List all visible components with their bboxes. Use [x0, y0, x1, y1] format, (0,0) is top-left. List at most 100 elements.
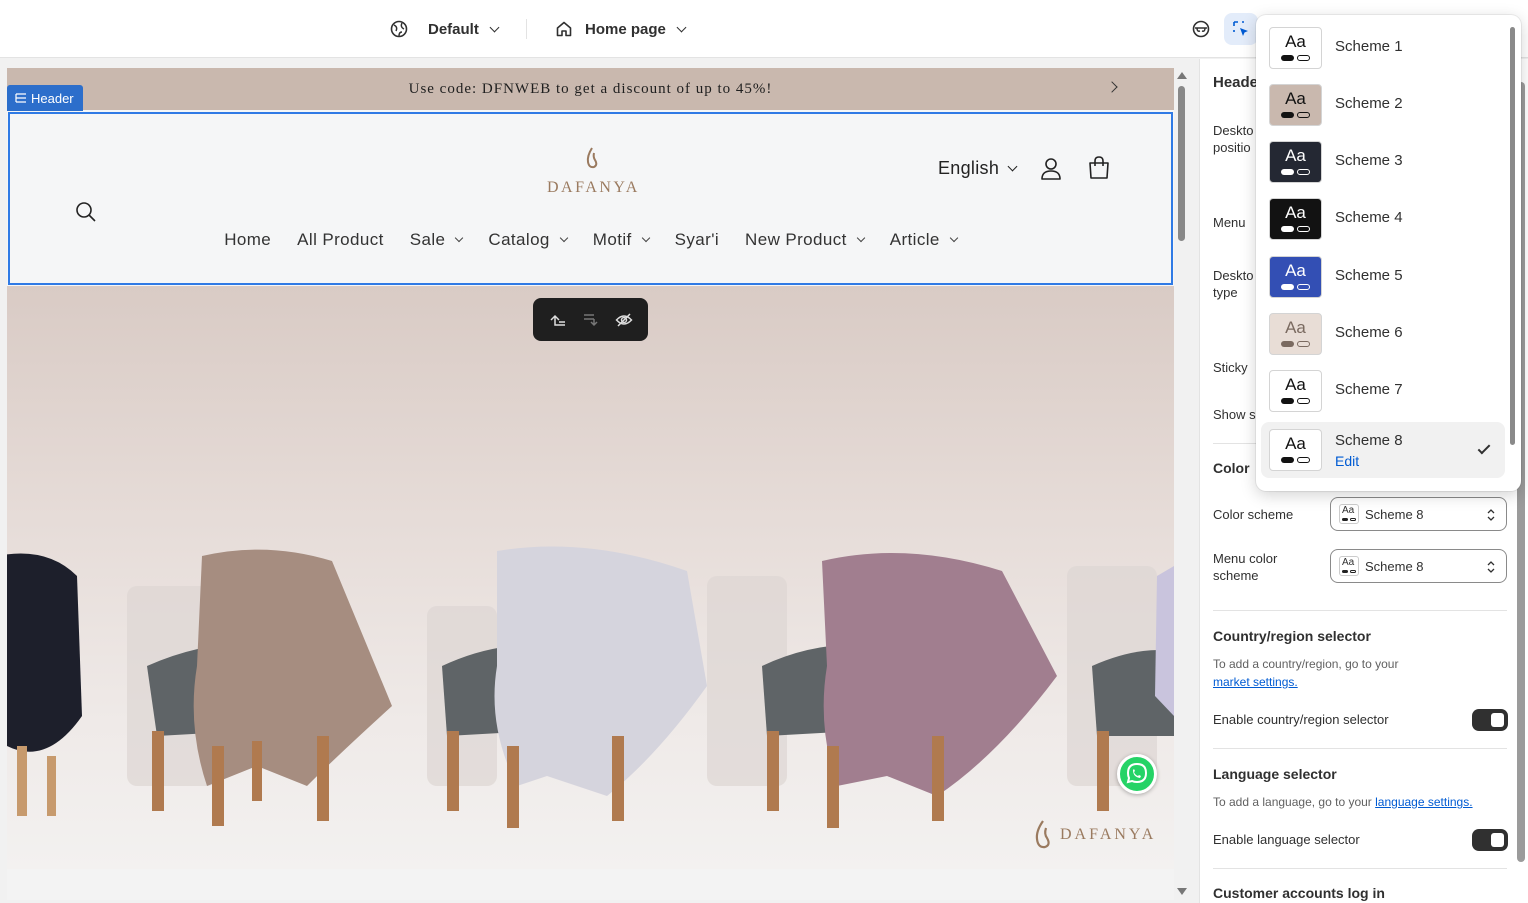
scheme-swatch-icon: Aa	[1269, 313, 1322, 355]
scroll-down-arrow[interactable]	[1177, 888, 1187, 895]
move-down-icon[interactable]	[582, 312, 600, 328]
scheme-option-label: Scheme 6	[1335, 324, 1403, 341]
swatch-button-solid	[1281, 457, 1294, 463]
country-selector-toggle[interactable]	[1472, 709, 1508, 731]
whatsapp-button[interactable]	[1117, 754, 1157, 794]
select-element-button[interactable]	[1224, 13, 1258, 45]
swatch-sample-text: Aa	[1285, 203, 1306, 222]
swatch-button-solid	[1281, 55, 1294, 61]
announcement-bar: Use code: DFNWEB to get a discount of up…	[7, 68, 1174, 110]
topbar-divider	[526, 19, 527, 39]
swatch-button-outline	[1297, 284, 1310, 290]
swatch-sample-text: Aa	[1285, 375, 1306, 394]
scheme-swatch-icon: Aa	[1269, 429, 1322, 471]
scheme-option[interactable]: Aa Scheme 6	[1261, 307, 1505, 361]
scheme-option[interactable]: Aa Scheme 8 Edit	[1261, 422, 1505, 478]
language-hint: To add a language, go to your language s…	[1213, 793, 1473, 811]
chevron-down-icon	[676, 22, 687, 32]
move-up-icon[interactable]	[549, 312, 567, 328]
country-toggle-label: Enable country/region selector	[1213, 712, 1389, 727]
scheme-option-label: Scheme 8	[1335, 432, 1403, 449]
color-scheme-dropdown: Aa Scheme 1 Aa Scheme 2 Aa Scheme 3 Aa Scheme 4…	[1256, 15, 1521, 491]
scheme-option[interactable]: Aa Scheme 2	[1261, 78, 1505, 132]
menu-color-scheme-label: Menu color scheme	[1213, 551, 1278, 583]
hero-logo-text: DAFANYA	[1060, 826, 1157, 843]
divider	[1213, 748, 1507, 749]
whatsapp-icon	[1126, 762, 1148, 784]
swatch-button-outline	[1297, 341, 1310, 347]
country-section-title: Country/region selector	[1213, 628, 1371, 644]
desktop-position-label: Deskto positio	[1213, 123, 1254, 155]
scheme-option-label: Scheme 1	[1335, 38, 1403, 55]
swatch-sample-text: Aa	[1285, 434, 1306, 453]
scheme-swatch-icon: Aa	[1269, 256, 1322, 298]
cursor-select-icon	[1233, 21, 1248, 36]
mask-icon	[1192, 20, 1210, 38]
scheme-option[interactable]: Aa Scheme 7	[1261, 364, 1505, 418]
scheme-swatch-icon: Aa	[1339, 504, 1359, 524]
market-settings-link[interactable]: market settings.	[1213, 673, 1298, 691]
country-hint: To add a country/region, go to your	[1213, 657, 1399, 671]
preview-scrollbar[interactable]	[1178, 86, 1185, 241]
checkmark-icon	[1477, 441, 1491, 455]
globe-icon	[390, 20, 408, 38]
divider	[1213, 868, 1507, 869]
scheme-option-label: Scheme 2	[1335, 95, 1403, 112]
hero-banner[interactable]	[7, 286, 1174, 869]
scheme-option-label: Scheme 4	[1335, 209, 1403, 226]
scheme-swatch-icon: Aa	[1269, 84, 1322, 126]
scheme-option[interactable]: Aa Scheme 1	[1261, 21, 1505, 75]
home-icon	[556, 21, 572, 37]
select-arrows-icon	[1487, 561, 1495, 573]
preview-inspector-button[interactable]	[1184, 13, 1218, 45]
select-arrows-icon	[1487, 509, 1495, 521]
scheme-swatch-icon: Aa	[1269, 141, 1322, 183]
swatch-button-outline	[1297, 398, 1310, 404]
store-preview[interactable]: Use code: DFNWEB to get a discount of up…	[7, 68, 1174, 900]
scheme-swatch-icon: Aa	[1339, 556, 1359, 576]
swatch-sample-text: Aa	[1285, 146, 1306, 165]
scheme-swatch-icon: Aa	[1269, 198, 1322, 240]
logo-mark-icon	[1035, 820, 1050, 849]
scheme-option[interactable]: Aa Scheme 5	[1261, 250, 1505, 304]
language-selector-toggle[interactable]	[1472, 829, 1508, 851]
language-settings-link[interactable]: language settings.	[1375, 795, 1472, 809]
swatch-button-outline	[1297, 169, 1310, 175]
section-tag-label: Header	[31, 90, 74, 106]
scheme-swatch-icon: Aa	[1269, 370, 1322, 412]
swatch-sample-text: Aa	[1285, 32, 1306, 51]
hero-image	[7, 546, 1174, 828]
page-selector[interactable]: Home page	[555, 17, 687, 41]
swatch-sample-text: Aa	[1285, 89, 1306, 108]
scheme-option[interactable]: Aa Scheme 4	[1261, 192, 1505, 246]
color-section-title: Color	[1213, 460, 1250, 476]
dropdown-scrollbar[interactable]	[1510, 27, 1515, 445]
scheme-option[interactable]: Aa Scheme 3	[1261, 135, 1505, 189]
chevron-right-icon[interactable]	[1106, 81, 1118, 93]
menu-label: Menu	[1213, 215, 1246, 230]
scheme-swatch-icon: Aa	[1269, 27, 1322, 69]
announcement-text: Use code: DFNWEB to get a discount of up…	[408, 80, 773, 97]
customer-accounts-title: Customer accounts log in	[1213, 885, 1385, 901]
page-label: Home page	[585, 20, 666, 38]
show-label: Show s	[1213, 407, 1256, 422]
menu-color-scheme-select[interactable]: Aa Scheme 8	[1330, 549, 1507, 583]
swatch-button-outline	[1297, 112, 1310, 118]
chevron-down-icon	[489, 22, 500, 32]
edit-scheme-link[interactable]: Edit	[1335, 453, 1359, 469]
section-icon	[15, 93, 26, 103]
hide-eye-icon[interactable]	[614, 312, 633, 328]
swatch-button-solid	[1281, 398, 1294, 404]
scroll-up-arrow[interactable]	[1177, 72, 1187, 79]
theme-selector[interactable]: Default	[390, 17, 500, 41]
swatch-button-outline	[1297, 55, 1310, 61]
swatch-button-solid	[1281, 112, 1294, 118]
swatch-button-solid	[1281, 284, 1294, 290]
scheme-option-label: Scheme 5	[1335, 267, 1403, 284]
section-tag-header[interactable]: Header	[7, 85, 83, 111]
swatch-button-solid	[1281, 226, 1294, 232]
swatch-button-outline	[1297, 226, 1310, 232]
swatch-sample-text: Aa	[1285, 261, 1306, 280]
color-scheme-select[interactable]: Aa Scheme 8	[1330, 497, 1507, 531]
swatch-button-outline	[1297, 457, 1310, 463]
